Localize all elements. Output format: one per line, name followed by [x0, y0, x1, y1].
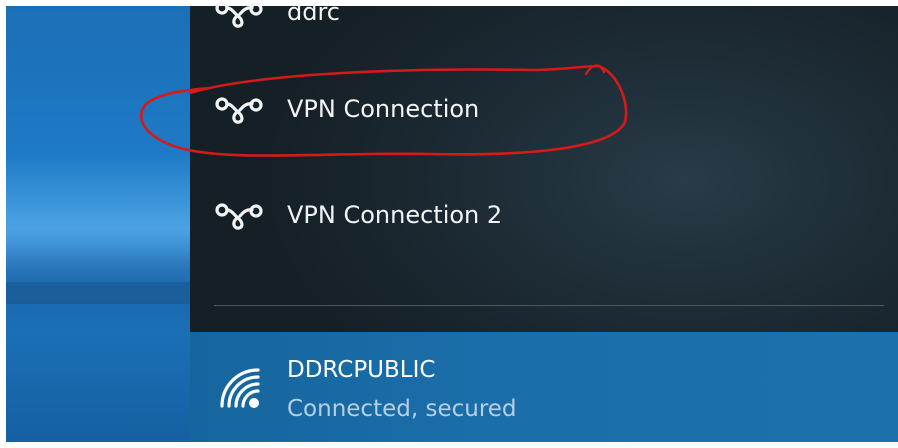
wallpaper-band	[6, 282, 196, 304]
vpn-item-label: VPN Connection 2	[287, 201, 503, 229]
divider	[214, 305, 884, 306]
vpn-link-icon	[215, 203, 263, 230]
wifi-network-name: DDRCPUBLIC	[287, 357, 436, 383]
desktop-wallpaper	[6, 6, 196, 442]
screen: ddrc VPN Connection VPN Connection 2 DDR…	[0, 0, 898, 448]
wifi-signal-icon	[220, 368, 260, 408]
vpn-item-label: ddrc	[287, 0, 341, 26]
vpn-link-icon	[215, 97, 263, 124]
wifi-connection-status: Connected, secured	[287, 396, 517, 422]
vpn-item-vpn-connection[interactable]: VPN Connection	[190, 80, 898, 140]
vpn-link-icon	[215, 1, 263, 28]
wallpaper-glow	[6, 156, 196, 286]
vpn-item-ddrc[interactable]: ddrc	[190, 0, 898, 44]
vpn-item-vpn-connection-2[interactable]: VPN Connection 2	[190, 186, 898, 246]
wifi-item-ddrcpublic[interactable]: DDRCPUBLIC Connected, secured	[190, 332, 898, 442]
network-flyout: ddrc VPN Connection VPN Connection 2 DDR…	[190, 0, 898, 442]
vpn-item-label: VPN Connection	[287, 95, 480, 123]
